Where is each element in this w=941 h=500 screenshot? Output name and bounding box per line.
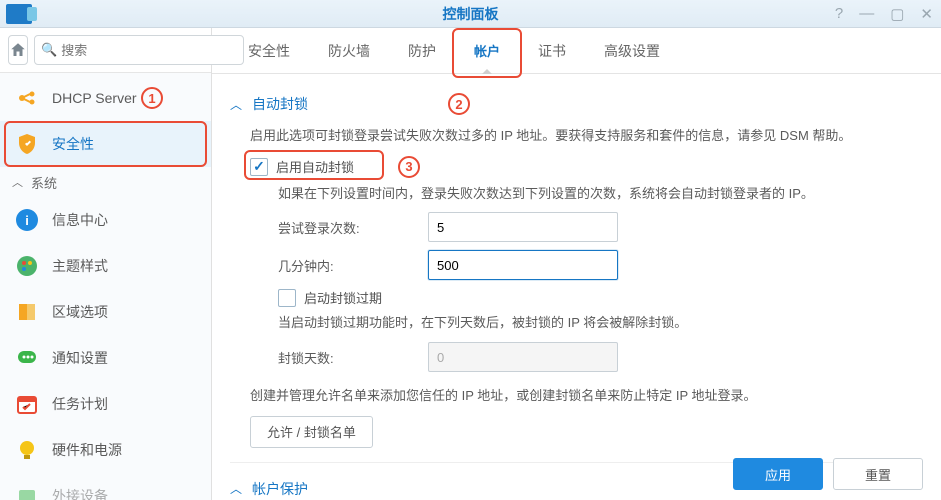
- annotation-1: 1: [141, 87, 163, 109]
- sidebar-item-info[interactable]: i 信息中心: [0, 197, 211, 243]
- reset-button[interactable]: 重置: [833, 458, 923, 490]
- tab-account[interactable]: 帐户: [456, 34, 518, 68]
- device-icon: [14, 483, 40, 500]
- sidebar-item-label: DHCP Server: [52, 90, 137, 106]
- annotation-3: 3: [398, 156, 420, 178]
- autoblock-sub1: 如果在下列设置时间内，登录失败次数达到下列设置的次数，系统将会自动封锁登录者的 …: [278, 184, 913, 205]
- sidebar: 🔍 DHCP Server 1 安全性 ︿ 系统 i 信息中心: [0, 28, 212, 500]
- chevron-up-icon: ︿: [230, 480, 242, 497]
- sidebar-item-label: 通知设置: [52, 348, 108, 368]
- search-icon: 🔍: [41, 42, 57, 58]
- section-title: 帐户保护: [252, 479, 308, 499]
- sidebar-item-label: 外接设备: [52, 486, 108, 500]
- bulb-icon: [14, 437, 40, 463]
- titlebar: 控制面板 ? — ▢ ✕: [0, 0, 941, 28]
- tab-certificate[interactable]: 证书: [520, 34, 584, 68]
- attempts-input[interactable]: [428, 212, 618, 242]
- dhcp-icon: [14, 85, 40, 111]
- chevron-up-icon: ︿: [230, 96, 242, 113]
- chevron-up-icon: ︿: [12, 174, 23, 190]
- tab-active-indicator: [482, 69, 492, 74]
- apply-button[interactable]: 应用: [733, 458, 823, 490]
- enable-autoblock-checkbox[interactable]: [250, 158, 268, 176]
- autoblock-description: 启用此选项可封锁登录尝试失败次数过多的 IP 地址。要获得支持服务和套件的信息，…: [250, 126, 913, 146]
- home-button[interactable]: [8, 35, 28, 65]
- tab-advanced[interactable]: 高级设置: [586, 34, 678, 68]
- app-icon: [6, 4, 32, 24]
- days-input: [428, 342, 618, 372]
- sidebar-group-label: 系统: [31, 173, 57, 192]
- sidebar-group-system[interactable]: ︿ 系统: [0, 167, 211, 197]
- minutes-label: 几分钟内:: [278, 256, 428, 275]
- enable-autoblock-label: 启用自动封锁: [276, 157, 354, 176]
- info-icon: i: [14, 207, 40, 233]
- tab-firewall[interactable]: 防火墙: [310, 34, 388, 68]
- sidebar-item-label: 区域选项: [52, 302, 108, 322]
- sidebar-item-label: 信息中心: [52, 210, 108, 230]
- sidebar-item-task[interactable]: 任务计划: [0, 381, 211, 427]
- minimize-button[interactable]: —: [859, 5, 874, 23]
- enable-expire-label: 启动封锁过期: [304, 288, 382, 307]
- sidebar-item-label: 主题样式: [52, 256, 108, 276]
- annotation-2: 2: [448, 93, 470, 115]
- sidebar-item-dhcp[interactable]: DHCP Server 1: [0, 75, 211, 121]
- palette-icon: [14, 253, 40, 279]
- autoblock-sub2: 当启动封锁过期功能时，在下列天数后，被封锁的 IP 将会被解除封锁。: [278, 313, 913, 334]
- chat-icon: [14, 345, 40, 371]
- tab-label: 帐户: [474, 41, 500, 60]
- minutes-input[interactable]: [428, 250, 618, 280]
- search-input[interactable]: [61, 43, 237, 58]
- tab-protection[interactable]: 防护: [390, 34, 454, 68]
- content-pane: 安全性 防火墙 防护 帐户 证书 高级设置 ︿ 自动封锁 2 启用此选项可封锁登…: [212, 28, 941, 500]
- attempts-label: 尝试登录次数:: [278, 218, 428, 237]
- list-description: 创建并管理允许名单来添加您信任的 IP 地址，或创建封锁名单来防止特定 IP 地…: [250, 386, 913, 406]
- sidebar-item-notify[interactable]: 通知设置: [0, 335, 211, 381]
- calendar-icon: [14, 391, 40, 417]
- section-title: 自动封锁: [252, 94, 308, 114]
- shield-icon: [14, 131, 40, 157]
- maximize-button[interactable]: ▢: [890, 5, 904, 23]
- sidebar-item-label: 任务计划: [52, 394, 108, 414]
- sidebar-item-label: 硬件和电源: [52, 440, 122, 460]
- tab-security[interactable]: 安全性: [230, 34, 308, 68]
- footer-buttons: 应用 重置: [733, 458, 923, 490]
- sidebar-item-region[interactable]: 区域选项: [0, 289, 211, 335]
- svg-text:i: i: [25, 213, 29, 228]
- sidebar-item-theme[interactable]: 主题样式: [0, 243, 211, 289]
- sidebar-item-external[interactable]: 外接设备: [0, 473, 211, 500]
- flag-icon: [14, 299, 40, 325]
- tab-bar: 安全性 防火墙 防护 帐户 证书 高级设置: [212, 28, 941, 74]
- sidebar-item-label: 安全性: [52, 134, 94, 154]
- allow-block-list-button[interactable]: 允许 / 封锁名单: [250, 416, 373, 448]
- home-icon: [9, 41, 27, 59]
- enable-expire-checkbox[interactable]: [278, 289, 296, 307]
- sidebar-item-power[interactable]: 硬件和电源: [0, 427, 211, 473]
- section-autoblock-header[interactable]: ︿ 自动封锁 2: [230, 88, 913, 120]
- days-label: 封锁天数:: [278, 348, 428, 367]
- window-title: 控制面板: [443, 4, 499, 24]
- close-button[interactable]: ✕: [920, 5, 933, 23]
- sidebar-item-security[interactable]: 安全性: [0, 121, 211, 167]
- help-button[interactable]: ?: [835, 5, 843, 23]
